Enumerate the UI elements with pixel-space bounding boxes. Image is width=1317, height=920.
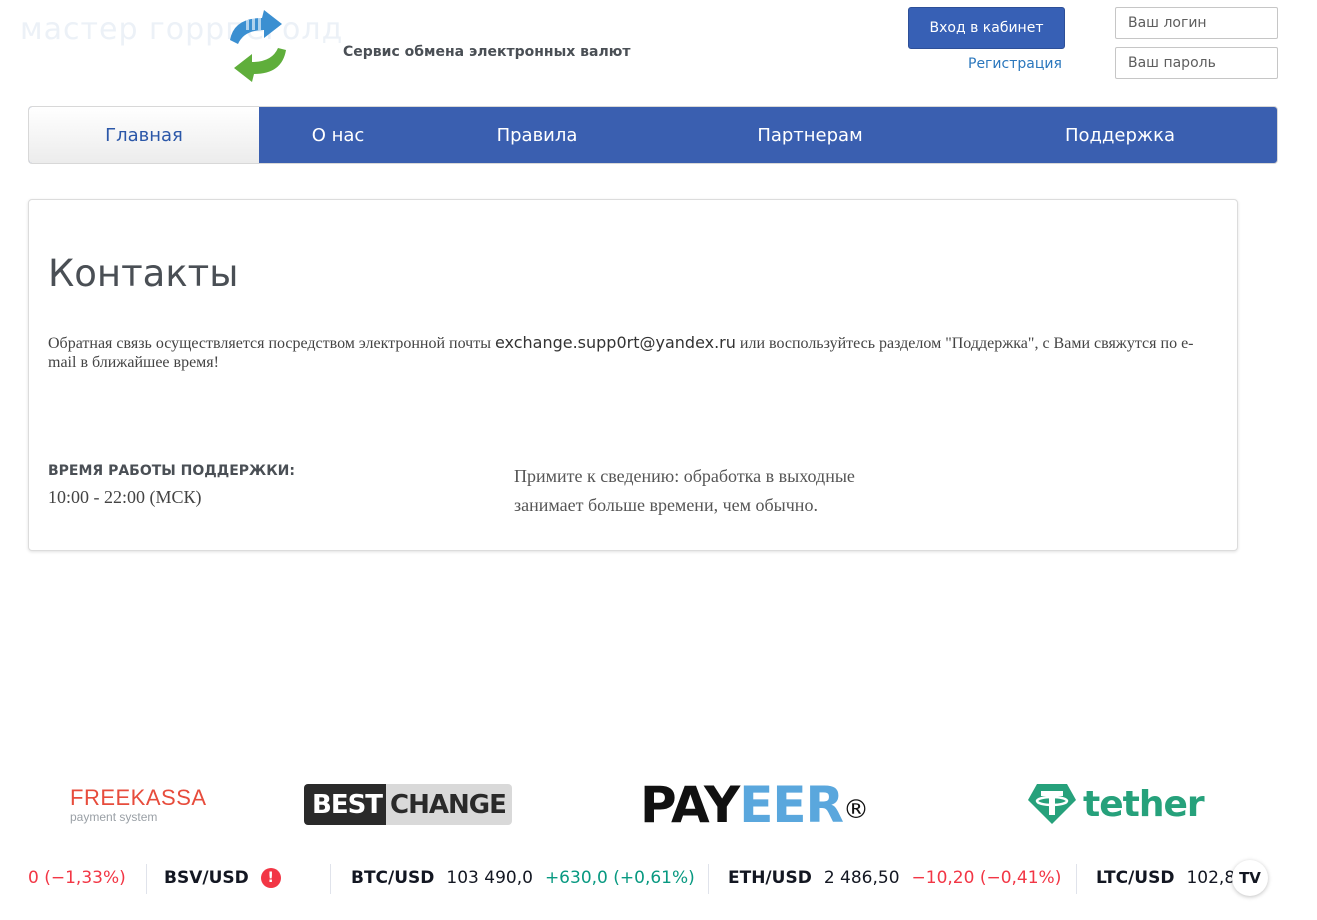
alert-icon: !	[260, 868, 281, 888]
register-link[interactable]: Регистрация	[968, 56, 1062, 72]
bestchange-left: BEST	[304, 784, 387, 825]
site-tagline: Сервис обмена электронных валют	[343, 44, 631, 60]
feedback-text: Обратная связь осуществляется посредство…	[48, 333, 1208, 372]
bestchange-logo[interactable]: BEST CHANGE	[304, 784, 512, 825]
bestchange-right: CHANGE	[386, 784, 512, 825]
ticker-price: 103 490,0	[446, 868, 533, 888]
nav-item-support[interactable]: Поддержка	[963, 107, 1277, 163]
ticker-divider	[146, 864, 147, 894]
ticker-symbol: BSV/USD	[164, 868, 249, 888]
ticker-divider	[330, 864, 331, 894]
login-button[interactable]: Вход в кабинет	[908, 7, 1065, 49]
payeer-logo[interactable]: PAYEER®	[640, 776, 869, 839]
ticker-symbol: LTC/USD	[1096, 868, 1175, 888]
tradingview-badge[interactable]: TV	[1232, 860, 1268, 896]
ticker-symbol: ETH/USD	[728, 868, 812, 888]
exchange-logo-icon[interactable]	[220, 10, 296, 82]
login-input[interactable]	[1115, 7, 1278, 39]
tether-icon	[1028, 784, 1076, 824]
payeer-part1: PAY	[640, 776, 740, 834]
ticker-change: 0 (−1,33%)	[28, 868, 126, 888]
tether-logo[interactable]: tether	[1027, 782, 1205, 826]
ticker-change: +630,0 (+0,61%)	[544, 868, 695, 888]
ticker-divider	[708, 864, 709, 894]
ticker-change: −10,20 (−0,41%)	[911, 868, 1062, 888]
ticker-item-btc[interactable]: BTC/USD 103 490,0 +630,0 (+0,61%)	[351, 868, 695, 888]
nav-item-home[interactable]: Главная	[29, 107, 259, 163]
freekassa-subtitle: payment system	[70, 810, 158, 824]
freekassa-name: FREEKASSA	[70, 785, 207, 810]
tether-name: tether	[1083, 783, 1205, 825]
support-hours-value: 10:00 - 22:00 (МСК)	[48, 487, 202, 507]
ticker-tape[interactable]: 0 (−1,33%) BSV/USD ! BTC/USD 103 490,0 +…	[0, 856, 1317, 902]
support-hours-label: ВРЕМЯ РАБОТЫ ПОДДЕРЖКИ:	[48, 463, 295, 479]
password-input[interactable]	[1115, 47, 1278, 79]
freekassa-logo[interactable]: FREEKASSA payment system	[70, 785, 207, 825]
ticker-price: 102,8	[1186, 868, 1236, 888]
page-title: Контакты	[48, 252, 239, 295]
nav-item-about[interactable]: О нас	[259, 107, 417, 163]
ticker-item-eth[interactable]: ETH/USD 2 486,50 −10,20 (−0,41%)	[728, 868, 1061, 888]
payeer-part2: EER	[739, 776, 844, 834]
ticker-price: 2 486,50	[823, 868, 900, 888]
ticker-item-ltc[interactable]: LTC/USD 102,8	[1096, 868, 1235, 888]
registered-mark: ®	[843, 795, 869, 825]
ticker-symbol: BTC/USD	[351, 868, 435, 888]
weekend-notice: Примите к сведению: обработка в выходные…	[514, 466, 855, 515]
nav-item-partners[interactable]: Партнерам	[657, 107, 963, 163]
ticker-item-bsv[interactable]: BSV/USD !	[164, 868, 281, 888]
support-email[interactable]: exchange.supp0rt@yandex.ru	[495, 333, 736, 352]
ticker-divider	[1076, 864, 1077, 894]
feedback-text-start: Обратная связь осуществляется посредство…	[48, 335, 495, 352]
main-nav: Главная О нас Правила Партнерам Поддержк…	[28, 106, 1278, 164]
contacts-panel: Контакты Обратная связь осуществляется п…	[28, 199, 1238, 551]
ticker-item-partial[interactable]: 0 (−1,33%)	[28, 868, 126, 888]
nav-item-rules[interactable]: Правила	[417, 107, 657, 163]
